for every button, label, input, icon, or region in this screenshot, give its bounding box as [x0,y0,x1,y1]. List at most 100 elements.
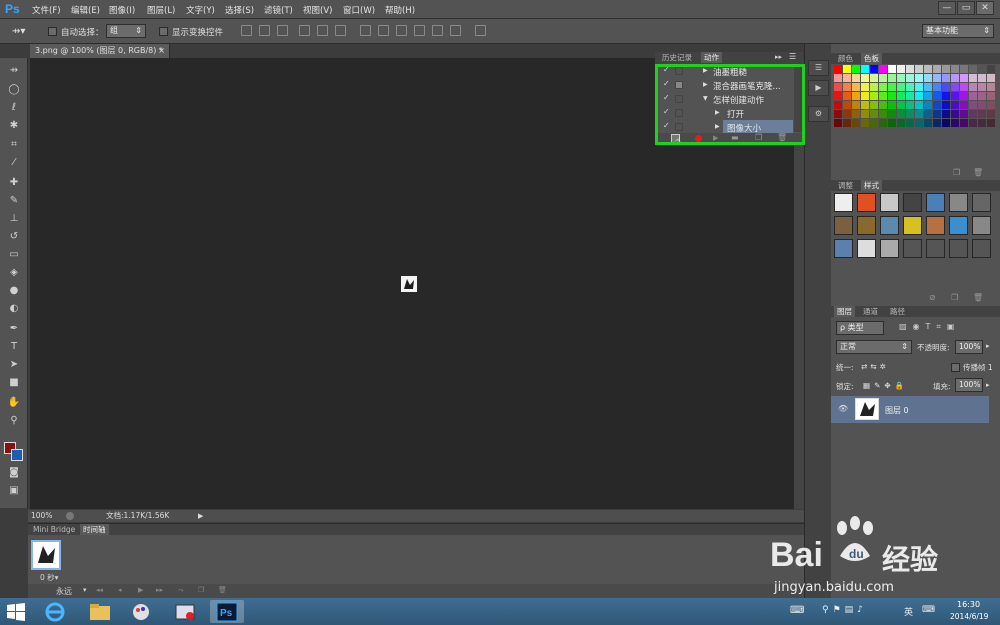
minimize-button[interactable]: — [938,1,956,15]
color-swatch[interactable] [897,92,905,100]
color-swatch[interactable] [897,119,905,127]
keyboard-icon[interactable]: ⌨ [790,605,804,616]
quick-select-tool-icon[interactable]: ✱ [4,119,24,133]
color-swatch[interactable] [834,92,842,100]
background-color-swatch[interactable] [11,449,23,461]
photoshop-taskbar-icon[interactable]: Ps [210,600,244,623]
style-preset[interactable] [857,239,876,258]
color-swatch[interactable] [915,92,923,100]
color-swatch[interactable] [915,83,923,91]
marquee-tool-icon[interactable]: ◯ [4,83,24,97]
color-swatch[interactable] [924,110,932,118]
eyedropper-tool-icon[interactable]: ⁄ [4,156,24,170]
opacity-input[interactable]: 100% [955,340,983,354]
fill-input[interactable]: 100% [955,378,983,392]
style-preset[interactable] [903,216,922,235]
blend-mode-dropdown[interactable]: 正常 ⇕ [836,340,912,354]
propagate-frame-checkbox[interactable] [951,363,960,372]
crop-tool-icon[interactable]: ⌗ [4,138,24,152]
zoom-tool-icon[interactable]: ⚲ [4,414,24,428]
color-swatch[interactable] [897,110,905,118]
style-preset[interactable] [926,193,945,212]
frame-delay[interactable]: 0 秒▾ [40,572,58,583]
ie-icon[interactable] [38,600,72,623]
ime-indicator[interactable]: 英 [904,605,913,618]
clock-date[interactable]: 2014/6/19 [950,612,988,621]
tab-mini-bridge[interactable]: Mini Bridge [30,524,78,535]
document-tab[interactable]: 3.png @ 100% (图层 0, RGB/8) * × [30,44,170,58]
color-swatch[interactable] [960,101,968,109]
blur-tool-icon[interactable]: ● [4,284,24,298]
color-swatch[interactable] [861,65,869,73]
color-swatch[interactable] [951,92,959,100]
style-preset[interactable] [834,193,853,212]
clock-time[interactable]: 16:30 [957,600,980,609]
color-swatch[interactable] [942,74,950,82]
color-swatch[interactable] [969,74,977,82]
color-swatch[interactable] [978,119,986,127]
new-frame-icon[interactable]: ❐ [198,586,204,594]
clone-stamp-tool-icon[interactable]: ⊥ [4,212,24,226]
color-swatch[interactable] [978,101,986,109]
color-swatch[interactable] [951,119,959,127]
color-swatch[interactable] [960,110,968,118]
color-swatch[interactable] [897,83,905,91]
color-swatch[interactable] [951,110,959,118]
tab-adjustments[interactable]: 调整 [835,180,856,191]
color-swatch[interactable] [888,119,896,127]
distribute-bottom-icon[interactable] [396,25,407,36]
style-preset[interactable] [972,216,991,235]
tab-layers[interactable]: 图层 [834,306,855,317]
align-hcenter-icon[interactable] [317,25,328,36]
color-swatch[interactable] [951,65,959,73]
color-swatch[interactable] [951,101,959,109]
panel-collapse-icon[interactable]: ▸▸ [775,53,782,61]
workspace-dropdown[interactable]: 基本功能 ⇕ [922,24,994,38]
color-swatch[interactable] [915,110,923,118]
color-swatch[interactable] [888,83,896,91]
color-swatch[interactable] [897,101,905,109]
color-swatch[interactable] [843,65,851,73]
tab-actions[interactable]: 动作 [701,52,722,63]
color-swatch[interactable] [924,92,932,100]
align-left-icon[interactable] [299,25,310,36]
color-swatch[interactable] [969,110,977,118]
menu-layer[interactable]: 图层(L) [147,4,175,16]
color-swatch[interactable] [906,65,914,73]
file-explorer-icon[interactable] [82,600,116,623]
color-swatch[interactable] [879,119,887,127]
style-preset[interactable] [903,239,922,258]
color-swatch[interactable] [870,74,878,82]
color-swatch[interactable] [852,65,860,73]
tab-channels[interactable]: 通道 [860,306,881,317]
recorder-app-icon[interactable] [168,600,202,623]
color-swatch[interactable] [987,74,995,82]
color-swatch[interactable] [852,83,860,91]
style-preset[interactable] [857,193,876,212]
color-swatch[interactable] [906,119,914,127]
color-swatch[interactable] [978,83,986,91]
color-swatch[interactable] [888,65,896,73]
actions-panel-icon[interactable]: ▶ [808,80,829,96]
tab-history[interactable]: 历史记录 [659,52,695,63]
type-tool-icon[interactable]: T [4,340,24,354]
color-swatch[interactable] [843,92,851,100]
color-swatch[interactable] [969,65,977,73]
layer-filter-dropdown[interactable]: ρ 类型 [836,321,884,335]
color-swatch[interactable] [942,110,950,118]
color-swatch[interactable] [879,92,887,100]
color-swatch[interactable] [870,110,878,118]
move-tool-icon[interactable]: ⇸ [4,64,24,78]
color-swatch[interactable] [942,92,950,100]
eye-icon[interactable]: 👁 [838,404,848,413]
color-swatch[interactable] [933,119,941,127]
style-preset[interactable] [834,216,853,235]
menu-type[interactable]: 文字(Y) [186,4,215,16]
color-swatch[interactable] [987,119,995,127]
screen-mode-icon[interactable]: ▣ [4,484,24,498]
color-swatch[interactable] [843,110,851,118]
color-swatch[interactable] [852,101,860,109]
color-swatch[interactable] [861,74,869,82]
hand-tool-icon[interactable]: ✋ [4,396,24,410]
color-swatch[interactable] [933,83,941,91]
